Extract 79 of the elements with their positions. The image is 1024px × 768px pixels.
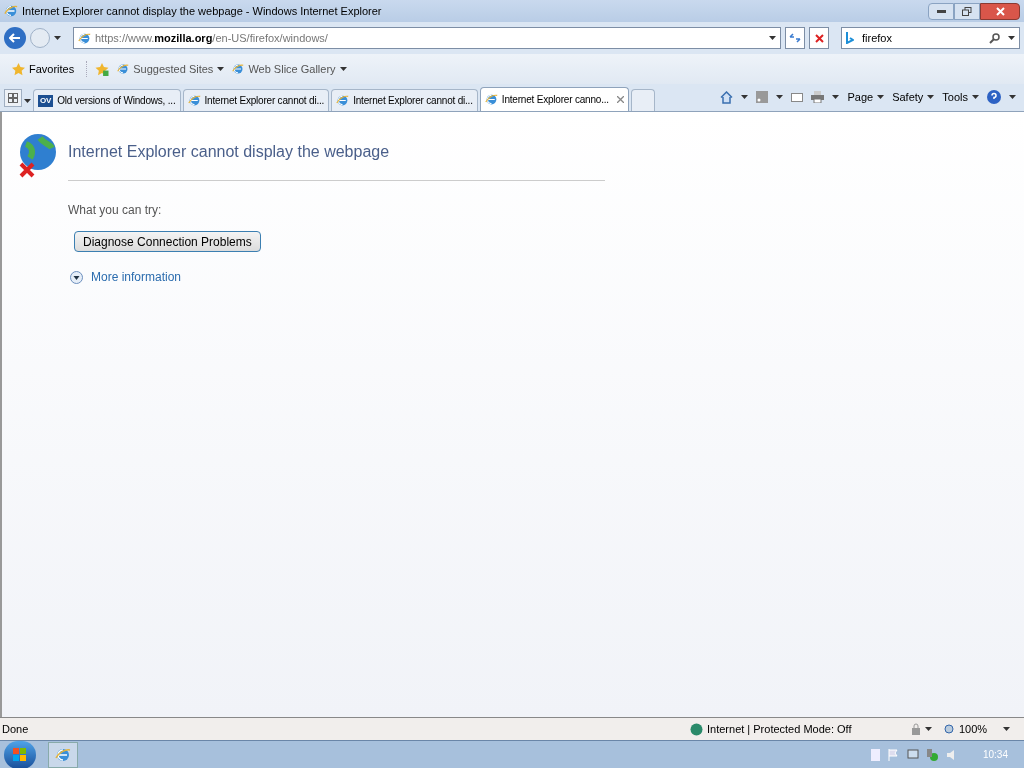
star-icon xyxy=(12,62,25,76)
browser-logo-icon xyxy=(117,63,130,75)
caret-icon xyxy=(1003,727,1010,731)
caret-icon xyxy=(972,95,979,99)
close-tab-icon xyxy=(616,96,624,103)
add-favorite-icon xyxy=(95,62,110,76)
caret-icon xyxy=(1008,36,1015,40)
browser-logo-icon xyxy=(78,31,91,45)
refresh-icon xyxy=(789,33,801,43)
address-field[interactable]: https://www.mozilla.org/en-US/firefox/windows/ xyxy=(73,27,781,49)
browser-logo-icon xyxy=(484,93,498,106)
grid-icon xyxy=(8,93,18,103)
zoom-level-button[interactable]: 100% xyxy=(959,720,999,738)
error-heading: Internet Explorer cannot display the webpage xyxy=(68,132,605,181)
caret-icon xyxy=(741,95,749,99)
window-title: Internet Explorer cannot display the webpage - Windows Internet Explorer xyxy=(22,3,382,19)
command-menu-button[interactable]: Tools xyxy=(942,88,979,106)
suggestion-label: What you can try: xyxy=(68,202,163,219)
windows-logo-icon xyxy=(13,747,27,762)
browser-tab[interactable]: OV Old versions of Windows, ... xyxy=(33,89,181,111)
help-icon xyxy=(987,90,1001,104)
browser-logo-icon xyxy=(187,94,201,107)
caret-icon xyxy=(217,67,225,71)
caret-icon xyxy=(927,95,935,99)
caret-icon xyxy=(24,99,31,103)
minimize-button[interactable] xyxy=(928,2,954,20)
caret-icon xyxy=(877,95,885,99)
more-information-link[interactable]: More information xyxy=(70,268,182,286)
browser-logo-icon xyxy=(336,94,350,107)
search-provider-icon xyxy=(846,32,854,44)
command-menu-button[interactable]: Safety xyxy=(892,88,935,106)
caret-icon xyxy=(925,727,932,731)
flag-icon xyxy=(887,748,899,761)
caret-icon xyxy=(832,95,840,99)
mail-icon xyxy=(791,92,804,102)
stop-button[interactable] xyxy=(809,27,829,49)
browser-logo-icon xyxy=(4,4,18,18)
printer-icon xyxy=(811,91,825,103)
favorites-link[interactable]: Suggested Sites xyxy=(117,60,225,78)
caret-icon xyxy=(1009,95,1016,99)
expand-icon xyxy=(70,270,83,284)
site-logo-icon: OV xyxy=(38,94,54,107)
search-field[interactable]: firefox xyxy=(841,27,1020,49)
command-menu-button[interactable]: Page xyxy=(847,88,885,106)
favorites-link[interactable]: Web Slice Gallery xyxy=(232,60,347,78)
caret-icon xyxy=(54,36,61,40)
start-button[interactable] xyxy=(4,740,36,768)
browser-tab[interactable]: Internet Explorer canno... xyxy=(479,87,629,111)
globe-icon xyxy=(690,722,703,736)
quick-tabs-button[interactable] xyxy=(4,89,22,107)
taskbar-browser-button[interactable] xyxy=(48,741,78,768)
globe-error-icon xyxy=(18,132,56,178)
close-button[interactable] xyxy=(980,2,1020,20)
caret-icon xyxy=(769,36,776,40)
browser-logo-icon xyxy=(55,746,71,763)
refresh-button[interactable] xyxy=(785,27,805,49)
close-icon xyxy=(995,6,1005,16)
minimize-icon xyxy=(936,9,946,13)
home-icon xyxy=(720,90,734,104)
lock-icon xyxy=(911,723,921,735)
stop-icon xyxy=(814,33,824,43)
restore-button[interactable] xyxy=(954,2,980,20)
network-icon xyxy=(906,748,919,761)
document-icon xyxy=(870,748,880,761)
browser-tab[interactable]: Internet Explorer cannot di... xyxy=(331,89,478,111)
zoom-icon xyxy=(944,723,955,735)
diagnose-button[interactable]: Diagnose Connection Problems xyxy=(74,231,261,252)
back-button[interactable] xyxy=(4,27,26,49)
status-text: Done xyxy=(2,721,29,737)
caret-icon xyxy=(339,67,347,71)
restore-icon xyxy=(962,6,972,16)
caret-icon xyxy=(776,95,784,99)
back-arrow-icon xyxy=(9,33,21,43)
favorites-button[interactable]: Favorites xyxy=(12,60,88,78)
browser-tab[interactable]: Internet Explorer cannot di... xyxy=(182,89,330,111)
search-icon xyxy=(989,32,1000,44)
clock-text: 10:34 xyxy=(982,748,1008,762)
browser-logo-icon xyxy=(232,63,245,75)
security-zone-text: Internet | Protected Mode: Off xyxy=(707,721,853,737)
